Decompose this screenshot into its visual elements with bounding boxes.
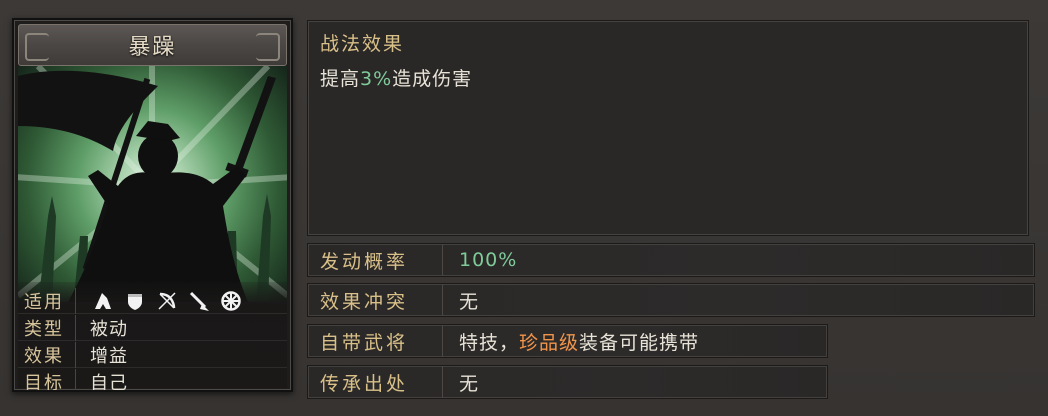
spear-icon xyxy=(188,290,210,312)
effect-desc-highlight: 3% xyxy=(360,68,393,90)
wheel-icon xyxy=(220,290,242,312)
info-value-inheritance: 无 xyxy=(459,372,480,395)
info-row-trigger-rate: 发动概率 100% xyxy=(307,243,1035,277)
skill-card: 暴躁 适用 类型 被动 效果 增益 目标 自己 xyxy=(12,18,293,392)
shield-icon xyxy=(124,290,146,312)
stat-row-effect: 效果 增益 xyxy=(18,341,287,368)
effect-title: 战法效果 xyxy=(320,33,405,55)
bow-icon xyxy=(156,290,178,312)
effect-description: 提高3%造成伤害 xyxy=(320,64,472,91)
info-value-general: 特技，珍品级装备可能携带 xyxy=(443,328,699,355)
stat-key-target: 目标 xyxy=(18,369,76,390)
stat-key-applicable: 适用 xyxy=(18,287,76,314)
rarity-highlight: 珍品级 xyxy=(519,331,580,354)
info-label-general: 自带武将 xyxy=(308,325,443,357)
stat-key-effect: 效果 xyxy=(18,341,76,368)
skill-artwork xyxy=(18,66,287,302)
stat-row-target: 目标 自己 xyxy=(18,369,287,392)
info-value-trigger-rate: 100% xyxy=(459,249,518,271)
skill-detail-panel: 暴躁 适用 类型 被动 效果 增益 目标 自己 战法效果 提高3%造成伤害 发动… xyxy=(0,0,1048,416)
general-value-prefix: 特技， xyxy=(459,331,520,354)
info-row-inheritance: 传承出处 无 xyxy=(307,365,828,399)
effect-desc-prefix: 提高 xyxy=(320,68,361,90)
card-title-bar: 暴躁 xyxy=(18,24,287,66)
info-label-inheritance: 传承出处 xyxy=(308,366,443,398)
effect-box: 战法效果 提高3%造成伤害 xyxy=(307,20,1029,236)
skill-stats: 适用 类型 被动 效果 增益 目标 自己 xyxy=(18,282,287,390)
stat-key-type: 类型 xyxy=(18,314,76,341)
stat-row-applicable: 适用 xyxy=(18,287,287,314)
stat-value-type: 被动 xyxy=(90,318,128,340)
info-row-general: 自带武将 特技，珍品级装备可能携带 xyxy=(307,324,828,358)
info-label-trigger-rate: 发动概率 xyxy=(308,244,443,276)
skill-name: 暴躁 xyxy=(128,35,177,60)
warrior-silhouette-art xyxy=(18,66,287,302)
effect-desc-suffix: 造成伤害 xyxy=(392,68,473,90)
info-label-conflict: 效果冲突 xyxy=(308,284,443,316)
general-value-suffix: 装备可能携带 xyxy=(579,331,700,354)
cavalry-icon xyxy=(92,290,114,312)
stat-value-effect: 增益 xyxy=(90,345,128,367)
troop-type-icons xyxy=(76,290,242,312)
stat-row-type: 类型 被动 xyxy=(18,314,287,341)
info-row-conflict: 效果冲突 无 xyxy=(307,283,1035,317)
info-value-conflict: 无 xyxy=(459,290,480,313)
stat-value-target: 自己 xyxy=(90,373,128,392)
